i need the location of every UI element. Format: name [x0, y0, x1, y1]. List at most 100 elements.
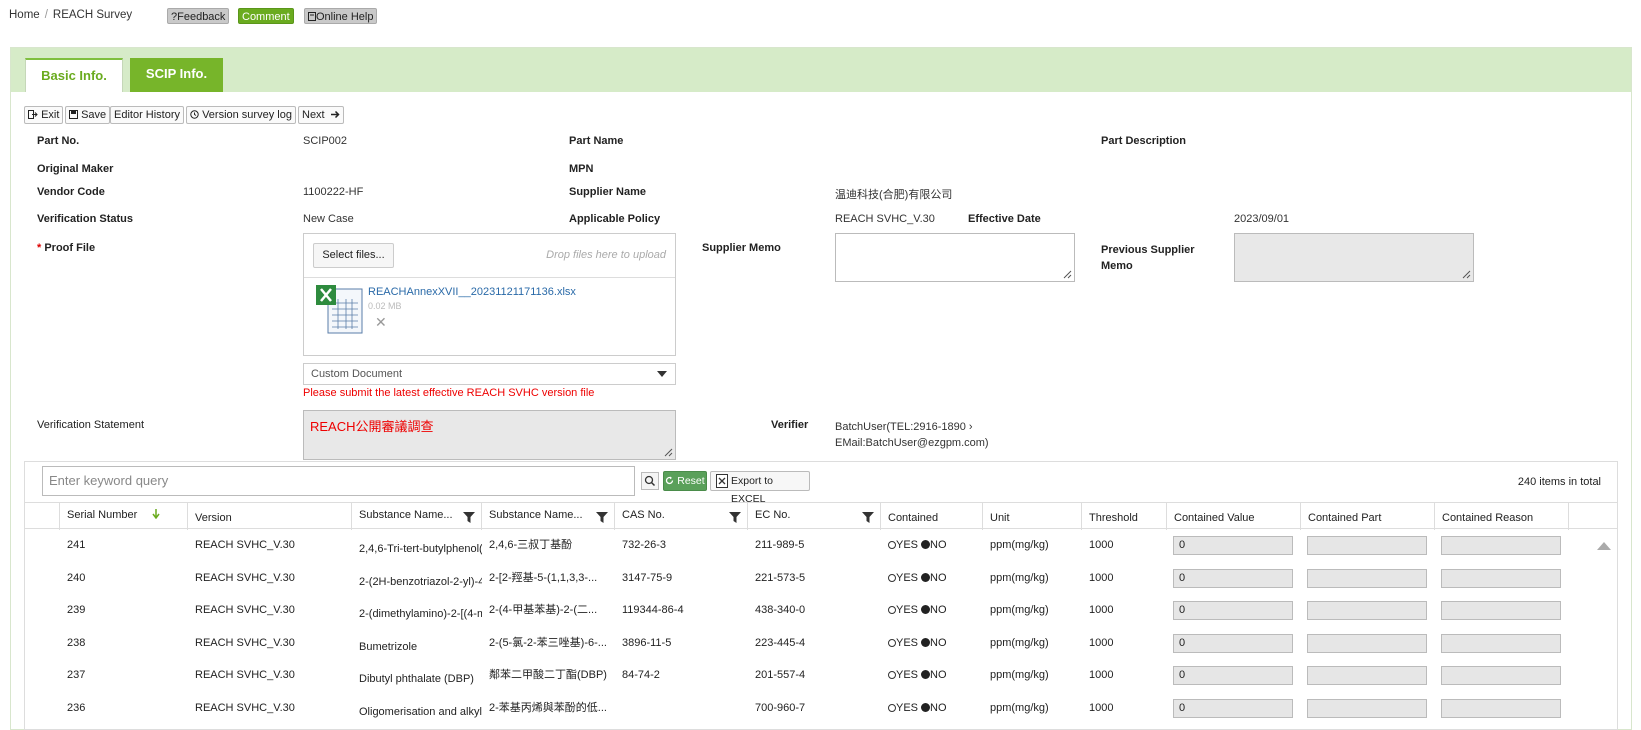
- header-unit[interactable]: Unit: [983, 503, 1082, 530]
- table-row[interactable]: 241 REACH SVHC_V.30 2,4,6-Tri-tert-butylph…: [25, 529, 1617, 562]
- scroll-up-icon[interactable]: [1597, 542, 1611, 550]
- header-contained[interactable]: Contained: [881, 503, 983, 530]
- select-files-button[interactable]: Select files...: [313, 243, 394, 268]
- contained-value-input[interactable]: 0: [1173, 568, 1293, 588]
- header-contained-value[interactable]: Contained Value: [1167, 503, 1301, 530]
- feedback-button[interactable]: ?Feedback: [167, 8, 230, 24]
- contained-value-input[interactable]: 0: [1173, 536, 1293, 555]
- table-row[interactable]: 238 REACH SVHC_V.30 Bumetrizole 2-(5-氯-2-苯三…: [25, 627, 1617, 660]
- contained-reason-input[interactable]: [1441, 698, 1561, 718]
- previous-supplier-memo: [1234, 233, 1474, 282]
- radio-yes[interactable]: [888, 671, 896, 679]
- comment-button[interactable]: Comment: [238, 8, 294, 24]
- radio-no[interactable]: [921, 702, 931, 712]
- header-select-column: [25, 503, 60, 530]
- breadcrumb-home[interactable]: Home: [9, 9, 40, 21]
- header-contained-reason[interactable]: Contained Reason: [1435, 503, 1569, 530]
- filter-icon[interactable]: [729, 512, 741, 523]
- contained-part-input[interactable]: [1307, 601, 1427, 620]
- contained-value-input[interactable]: 0: [1173, 698, 1293, 718]
- version-survey-log-button[interactable]: Version survey log: [186, 106, 296, 124]
- radio-no[interactable]: [921, 540, 931, 549]
- header-substance-name-zh[interactable]: Substance Name...: [482, 503, 615, 530]
- verification-status-label: Verification Status: [37, 213, 133, 225]
- tab-scip-info[interactable]: SCIP Info.: [130, 58, 223, 92]
- reset-button[interactable]: Reset: [663, 471, 707, 491]
- filter-icon[interactable]: [862, 512, 874, 523]
- save-button[interactable]: Save: [65, 106, 111, 124]
- header-ec-no[interactable]: EC No.: [748, 503, 881, 530]
- keyword-search-input[interactable]: Enter keyword query: [42, 466, 635, 496]
- cell-version: REACH SVHC_V.30: [195, 669, 295, 681]
- header-contained-part[interactable]: Contained Part: [1301, 503, 1435, 530]
- cell-threshold: 1000: [1089, 539, 1114, 551]
- contained-value-input[interactable]: 0: [1173, 666, 1293, 685]
- cell-name-zh: 2-苯基丙烯與苯酚的低...: [489, 701, 607, 714]
- items-total: 240 items in total: [1517, 476, 1601, 488]
- verifier-line2: EMail:BatchUser@ezgpm.com): [835, 437, 989, 449]
- drop-zone-hint[interactable]: Drop files here to upload: [546, 249, 666, 261]
- table-row[interactable]: 236 REACH SVHC_V.30 Oligomerisation and al…: [25, 692, 1617, 725]
- filter-icon[interactable]: [463, 512, 475, 523]
- cell-threshold: 1000: [1089, 636, 1114, 649]
- radio-yes[interactable]: [888, 703, 896, 712]
- supplier-memo-input[interactable]: [835, 233, 1075, 282]
- tab-basic-info[interactable]: Basic Info.: [25, 58, 123, 92]
- cell-name-zh: 2-(4-甲基苯基)-2-(二...: [489, 604, 598, 616]
- contained-radio-group: YES NO: [881, 659, 983, 692]
- part-description-label: Part Description: [1101, 135, 1186, 147]
- table-row[interactable]: 239 REACH SVHC_V.30 2-(dimethylamino)-2-[(…: [25, 594, 1617, 627]
- header-cas-no[interactable]: CAS No.: [615, 503, 748, 530]
- header-substance-name-en[interactable]: Substance Name...: [352, 503, 482, 530]
- radio-yes[interactable]: [888, 573, 896, 582]
- contained-part-input[interactable]: [1307, 666, 1427, 685]
- required-mark: *: [37, 242, 42, 254]
- online-help-button[interactable]: Online Help: [304, 8, 378, 24]
- export-excel-button[interactable]: Export to EXCEL: [710, 471, 810, 505]
- supplier-name-label: Supplier Name: [569, 186, 647, 198]
- radio-no[interactable]: [921, 637, 931, 647]
- header-threshold[interactable]: Threshold: [1082, 503, 1167, 530]
- radio-no[interactable]: [921, 572, 931, 582]
- file-name-link[interactable]: REACHAnnexXVII__20231121171136.xlsx: [368, 286, 576, 298]
- header-serial-number[interactable]: Serial Number: [60, 503, 188, 530]
- radio-yes[interactable]: [888, 541, 896, 549]
- contained-part-input[interactable]: [1307, 568, 1427, 588]
- filter-icon[interactable]: [596, 512, 608, 523]
- verifier-label: Verifier: [771, 419, 809, 431]
- contained-radio-group: YES NO: [881, 594, 983, 627]
- next-button[interactable]: Next: [298, 106, 344, 124]
- radio-yes[interactable]: [888, 638, 896, 647]
- header-substance-name-en-label: Substance Name...: [359, 509, 453, 521]
- contained-reason-input[interactable]: [1441, 666, 1561, 685]
- contained-value-input[interactable]: 0: [1173, 601, 1293, 620]
- contained-part-input[interactable]: [1307, 698, 1427, 718]
- contained-reason-input[interactable]: [1441, 633, 1561, 653]
- contained-part-input[interactable]: [1307, 536, 1427, 555]
- contained-value-input[interactable]: 0: [1173, 633, 1293, 653]
- radio-no[interactable]: [921, 605, 931, 614]
- radio-yes-label: YES: [896, 571, 919, 584]
- radio-no[interactable]: [921, 670, 931, 679]
- proof-file-warning: Please submit the latest effective REACH…: [303, 387, 595, 399]
- file-size: 0.02 MB: [368, 301, 402, 311]
- file-upload: Select files... Drop files here to uploa…: [303, 233, 676, 356]
- search-button[interactable]: [641, 472, 659, 490]
- custom-document-select[interactable]: Custom Document: [303, 363, 676, 385]
- previous-supplier-memo-label: Previous Supplier Memo: [1101, 242, 1195, 274]
- contained-radio-group: YES NO: [881, 529, 983, 562]
- cell-threshold: 1000: [1089, 669, 1114, 681]
- contained-reason-input[interactable]: [1441, 601, 1561, 620]
- table-row[interactable]: 240 REACH SVHC_V.30 2-(2H-benzotriazol-2-y…: [25, 562, 1617, 595]
- radio-yes[interactable]: [888, 606, 896, 614]
- table-row[interactable]: 237 REACH SVHC_V.30 Dibutyl phthalate (DBP…: [25, 659, 1617, 692]
- remove-file-icon[interactable]: ✕: [375, 314, 387, 331]
- exit-button[interactable]: Exit: [24, 106, 64, 124]
- editor-history-button[interactable]: Editor History: [110, 106, 185, 124]
- contained-part-input[interactable]: [1307, 633, 1427, 653]
- contained-reason-input[interactable]: [1441, 568, 1561, 588]
- cell-serial: 241: [67, 539, 86, 551]
- header-version[interactable]: Version: [188, 503, 352, 530]
- contained-reason-input[interactable]: [1441, 536, 1561, 555]
- cell-cas: 732-26-3: [622, 539, 667, 551]
